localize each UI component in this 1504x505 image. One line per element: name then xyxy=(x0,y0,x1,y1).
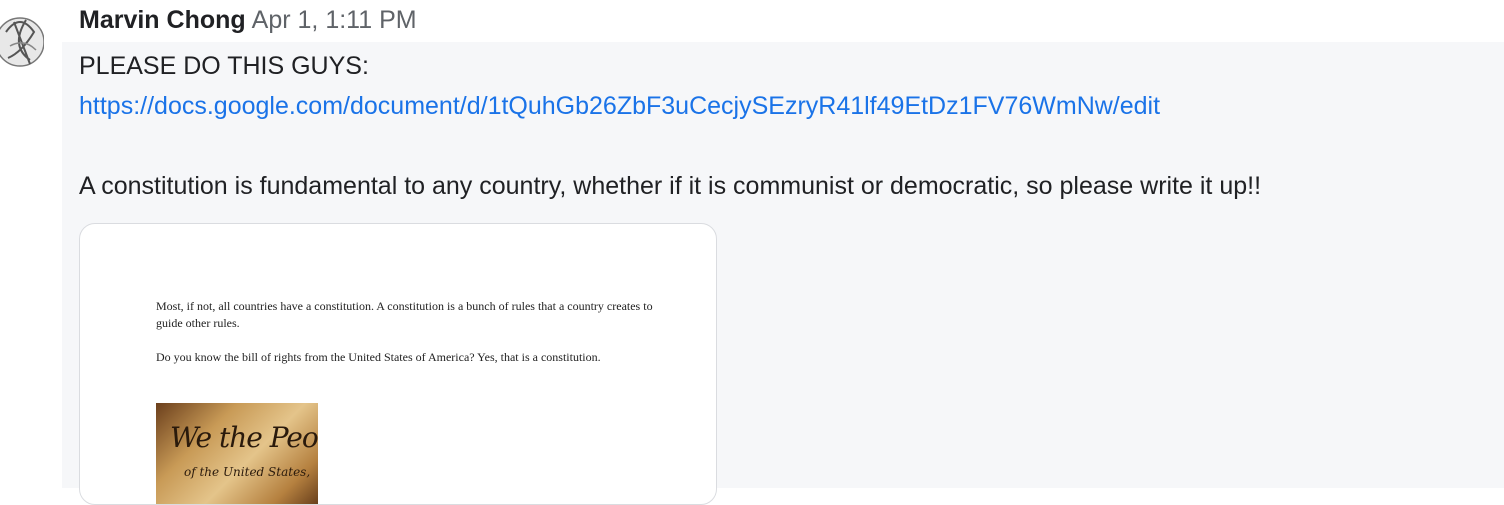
message-header: Marvin Chong Apr 1, 1:11 PM xyxy=(79,6,417,38)
sender-name[interactable]: Marvin Chong xyxy=(79,6,246,34)
message-body: PLEASE DO THIS GUYS: https://docs.google… xyxy=(79,46,1489,206)
preview-paragraph: Most, if not, all countries have a const… xyxy=(156,299,653,330)
message-line: A constitution is fundamental to any cou… xyxy=(79,172,1262,200)
document-link[interactable]: https://docs.google.com/document/d/1tQuh… xyxy=(79,92,1160,120)
image-title: We the People xyxy=(170,421,318,454)
image-subtitle: of the United States, xyxy=(184,465,311,479)
avatar[interactable] xyxy=(0,2,44,82)
link-preview-card[interactable]: Most, if not, all countries have a const… xyxy=(79,223,717,505)
message-timestamp: Apr 1, 1:11 PM xyxy=(251,6,417,34)
document-preview: Most, if not, all countries have a const… xyxy=(156,298,656,383)
message-line: PLEASE DO THIS GUYS: xyxy=(79,52,369,80)
constitution-image: We the People of the United States, xyxy=(156,403,318,504)
preview-paragraph: Do you know the bill of rights from the … xyxy=(156,350,601,364)
